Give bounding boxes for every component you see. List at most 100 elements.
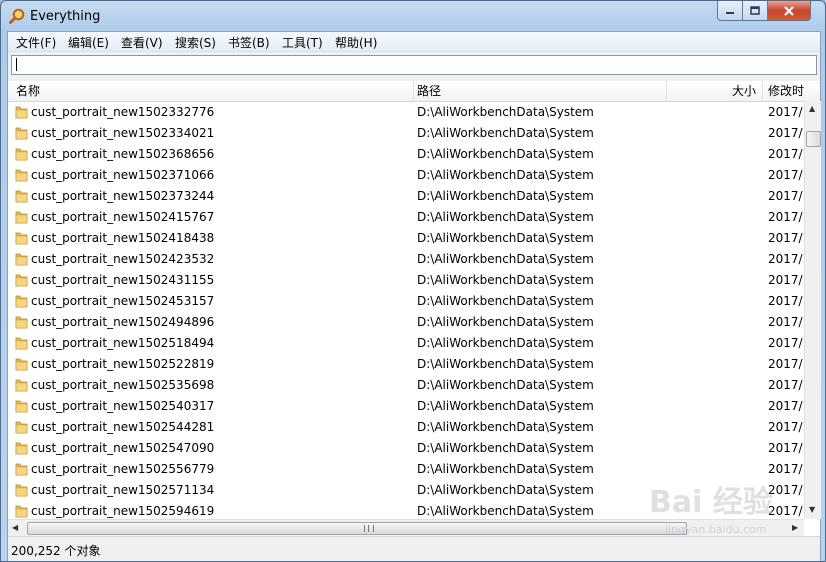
column-header-name[interactable]: 名称: [8, 81, 414, 101]
table-row[interactable]: cust_portrait_new1502556779 D:\AliWorkben…: [8, 459, 804, 480]
file-date: 2017/...: [768, 189, 804, 203]
file-date: 2017/...: [768, 462, 804, 476]
table-row[interactable]: cust_portrait_new1502547090 D:\AliWorkben…: [8, 438, 804, 459]
vertical-scroll-thumb[interactable]: [806, 131, 821, 147]
file-path: D:\AliWorkbenchData\System: [417, 336, 594, 350]
file-name: cust_portrait_new1502518494: [31, 336, 215, 350]
table-row[interactable]: cust_portrait_new1502494896 D:\AliWorkben…: [8, 312, 804, 333]
file-date: 2017/...: [768, 273, 804, 287]
minimize-button[interactable]: [717, 1, 743, 21]
table-row[interactable]: cust_portrait_new1502522819 D:\AliWorkben…: [8, 354, 804, 375]
file-date: 2017/...: [768, 231, 804, 245]
file-path: D:\AliWorkbenchData\System: [417, 462, 594, 476]
table-row[interactable]: cust_portrait_new1502415767 D:\AliWorkben…: [8, 207, 804, 228]
file-name: cust_portrait_new1502535698: [31, 378, 215, 392]
file-date: 2017/...: [768, 294, 804, 308]
file-name: cust_portrait_new1502423532: [31, 252, 215, 266]
table-row[interactable]: cust_portrait_new1502418438 D:\AliWorkben…: [8, 228, 804, 249]
table-row[interactable]: cust_portrait_new1502371066 D:\AliWorkben…: [8, 165, 804, 186]
close-button[interactable]: [767, 1, 811, 21]
file-path: D:\AliWorkbenchData\System: [417, 189, 594, 203]
column-header: 名称 路径 大小 修改时: [8, 81, 820, 102]
folder-icon: [15, 442, 28, 455]
menu-file[interactable]: 文件(F): [14, 34, 58, 51]
menu-edit[interactable]: 编辑(E): [66, 34, 111, 51]
table-row[interactable]: cust_portrait_new1502423532 D:\AliWorkben…: [8, 249, 804, 270]
file-path: D:\AliWorkbenchData\System: [417, 399, 594, 413]
folder-icon: [15, 211, 28, 224]
file-path: D:\AliWorkbenchData\System: [417, 273, 594, 287]
folder-icon: [15, 316, 28, 329]
folder-icon: [15, 505, 28, 518]
menu-help[interactable]: 帮助(H): [333, 34, 379, 51]
file-path: D:\AliWorkbenchData\System: [417, 504, 594, 518]
file-path: D:\AliWorkbenchData\System: [417, 231, 594, 245]
table-row[interactable]: cust_portrait_new1502571134 D:\AliWorkben…: [8, 480, 804, 501]
file-path: D:\AliWorkbenchData\System: [417, 420, 594, 434]
file-date: 2017/...: [768, 336, 804, 350]
scroll-down-arrow-icon[interactable]: ▼: [809, 505, 815, 514]
folder-icon: [15, 106, 28, 119]
horizontal-scrollbar[interactable]: ◀ ▶: [8, 519, 804, 536]
client-area: 文件(F) 编辑(E) 查看(V) 搜索(S) 书签(B) 工具(T) 帮助(H…: [7, 31, 821, 561]
file-path: D:\AliWorkbenchData\System: [417, 126, 594, 140]
file-path: D:\AliWorkbenchData\System: [417, 357, 594, 371]
table-row[interactable]: cust_portrait_new1502535698 D:\AliWorkben…: [8, 375, 804, 396]
folder-icon: [15, 274, 28, 287]
scroll-left-arrow-icon[interactable]: ◀: [12, 523, 18, 532]
file-date: 2017/...: [768, 420, 804, 434]
file-name: cust_portrait_new1502556779: [31, 462, 215, 476]
file-date: 2017/...: [768, 105, 804, 119]
file-date: 2017/...: [768, 252, 804, 266]
search-bar: [8, 52, 820, 81]
table-row[interactable]: cust_portrait_new1502540317 D:\AliWorkben…: [8, 396, 804, 417]
horizontal-scroll-thumb[interactable]: [27, 522, 687, 535]
table-row[interactable]: cust_portrait_new1502332776 D:\AliWorkben…: [8, 102, 804, 123]
app-window: Everything 文件(F) 编辑(E) 查看(V) 搜索(S) 书签(B)…: [0, 0, 826, 562]
file-name: cust_portrait_new1502368656: [31, 147, 215, 161]
folder-icon: [15, 379, 28, 392]
table-row[interactable]: cust_portrait_new1502544281 D:\AliWorkben…: [8, 417, 804, 438]
table-row[interactable]: cust_portrait_new1502373244 D:\AliWorkben…: [8, 186, 804, 207]
menu-bar: 文件(F) 编辑(E) 查看(V) 搜索(S) 书签(B) 工具(T) 帮助(H…: [8, 32, 820, 52]
table-row[interactable]: cust_portrait_new1502431155 D:\AliWorkben…: [8, 270, 804, 291]
file-date: 2017/...: [768, 147, 804, 161]
file-name: cust_portrait_new1502453157: [31, 294, 215, 308]
maximize-button[interactable]: [742, 1, 768, 21]
file-path: D:\AliWorkbenchData\System: [417, 147, 594, 161]
menu-search[interactable]: 搜索(S): [173, 34, 218, 51]
menu-bookmarks[interactable]: 书签(B): [226, 34, 272, 51]
table-row[interactable]: cust_portrait_new1502368656 D:\AliWorkben…: [8, 144, 804, 165]
file-name: cust_portrait_new1502371066: [31, 168, 215, 182]
folder-icon: [15, 232, 28, 245]
folder-icon: [15, 295, 28, 308]
table-row[interactable]: cust_portrait_new1502334021 D:\AliWorkben…: [8, 123, 804, 144]
window-title: Everything: [30, 9, 101, 24]
close-icon: [784, 5, 794, 16]
folder-icon: [15, 253, 28, 266]
file-date: 2017/...: [768, 378, 804, 392]
file-name: cust_portrait_new1502544281: [31, 420, 215, 434]
file-name: cust_portrait_new1502571134: [31, 483, 215, 497]
search-input[interactable]: [11, 55, 817, 75]
scroll-right-arrow-icon[interactable]: ▶: [792, 523, 798, 532]
table-row[interactable]: cust_portrait_new1502453157 D:\AliWorkben…: [8, 291, 804, 312]
scroll-up-arrow-icon[interactable]: ▲: [809, 104, 815, 113]
grip-icon: [364, 525, 374, 532]
title-bar[interactable]: Everything: [1, 1, 825, 31]
folder-icon: [15, 190, 28, 203]
magnifier-icon: [9, 8, 25, 24]
file-path: D:\AliWorkbenchData\System: [417, 210, 594, 224]
file-date: 2017/...: [768, 210, 804, 224]
column-header-date[interactable]: 修改时: [763, 81, 804, 101]
column-header-path[interactable]: 路径: [414, 81, 667, 101]
menu-tools[interactable]: 工具(T): [280, 34, 325, 51]
status-bar: 200,252 个对象: [8, 536, 820, 561]
file-path: D:\AliWorkbenchData\System: [417, 315, 594, 329]
menu-view[interactable]: 查看(V): [119, 34, 165, 51]
column-header-size[interactable]: 大小: [667, 81, 763, 101]
table-row[interactable]: cust_portrait_new1502594619 D:\AliWorkben…: [8, 501, 804, 520]
folder-icon: [15, 169, 28, 182]
table-row[interactable]: cust_portrait_new1502518494 D:\AliWorkben…: [8, 333, 804, 354]
vertical-scrollbar[interactable]: ▲ ▼: [804, 101, 821, 519]
